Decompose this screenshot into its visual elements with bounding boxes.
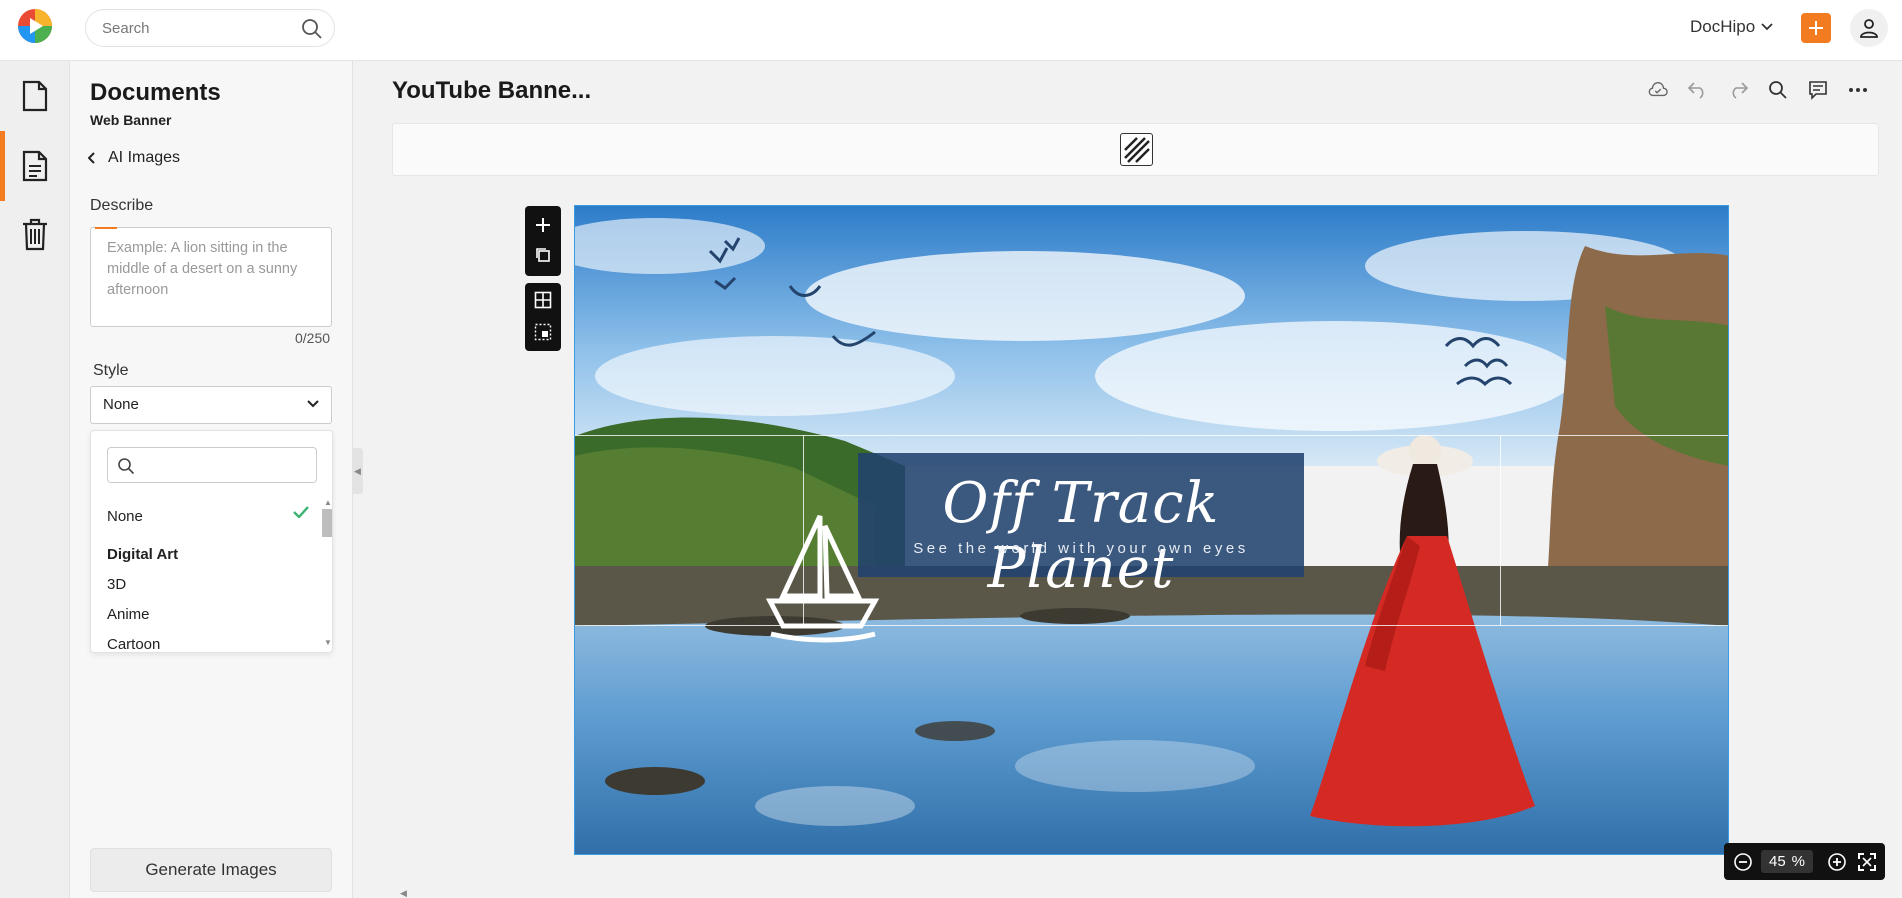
zoom-control: 45 % — [1724, 843, 1885, 880]
zoom-in-icon[interactable] — [1827, 852, 1847, 872]
element-toolbar — [392, 123, 1879, 176]
zoom-value[interactable]: 45 % — [1761, 850, 1813, 873]
user-icon — [1860, 19, 1878, 38]
back-label: AI Images — [108, 149, 181, 166]
guide-line — [1500, 435, 1501, 625]
trash-icon — [23, 218, 47, 251]
panel-title: Documents — [90, 79, 221, 106]
guide-line — [575, 625, 1728, 626]
chevron-left-icon — [88, 152, 95, 164]
zoom-value-unit: % — [1791, 853, 1806, 870]
duplicate-page-icon[interactable] — [534, 246, 552, 264]
chevron-down-icon — [307, 400, 319, 408]
scroll-left-arrow[interactable]: ◀ — [400, 888, 407, 898]
describe-label: Describe — [90, 197, 154, 214]
dropdown-option-anime[interactable]: Anime — [107, 606, 150, 623]
rail-item-documents[interactable] — [0, 61, 70, 131]
dropdown-scrollbar[interactable] — [322, 509, 332, 537]
plus-icon — [1809, 21, 1823, 35]
pattern-icon — [1124, 137, 1150, 163]
rail-item-active-document[interactable] — [0, 131, 70, 201]
more-icon[interactable] — [1848, 80, 1868, 100]
workspace-name: DocHipo — [1690, 17, 1756, 36]
dropdown-option-3d[interactable]: 3D — [107, 576, 126, 593]
char-counter: 0/250 — [295, 330, 331, 346]
cloud-save-icon[interactable] — [1648, 80, 1668, 100]
redo-icon[interactable] — [1728, 80, 1748, 100]
style-select-value: None — [103, 396, 139, 413]
dropdown-option-cartoon[interactable]: Cartoon — [107, 636, 160, 652]
create-new-button[interactable] — [1801, 13, 1831, 43]
top-bar: Search DocHipo — [0, 0, 1902, 61]
banner-subtitle[interactable]: See the world with your own eyes — [858, 540, 1304, 557]
style-label: Style — [93, 362, 129, 379]
search-placeholder: Search — [102, 20, 150, 37]
workspace-selector[interactable]: DocHipo — [1690, 17, 1773, 37]
canvas-tools-group-1 — [525, 206, 561, 276]
zoom-out-icon[interactable] — [1733, 852, 1753, 872]
add-page-icon[interactable] — [534, 216, 552, 234]
grid-icon[interactable] — [534, 291, 552, 309]
background-pattern-button[interactable] — [1120, 133, 1153, 166]
dropdown-search-input[interactable] — [107, 447, 317, 483]
rail-item-trash[interactable] — [0, 199, 70, 269]
search-bar[interactable]: Search — [85, 9, 335, 47]
guide-line — [803, 435, 804, 625]
style-dropdown: None Digital Art 3D Anime Cartoon ▲ ▼ — [90, 430, 333, 653]
style-select[interactable]: None — [90, 386, 332, 424]
side-panel: Documents Web Banner AI Images Describe … — [70, 61, 353, 898]
left-rail — [0, 61, 70, 898]
fullscreen-icon[interactable] — [1857, 852, 1877, 872]
canvas-tools-group-2 — [525, 283, 561, 351]
check-icon — [293, 506, 309, 518]
back-button[interactable]: AI Images — [88, 149, 180, 167]
banner-title-box[interactable]: Off Track Planet See the world with your… — [858, 453, 1304, 601]
collapse-panel-handle[interactable]: ◀ — [352, 448, 363, 494]
scroll-up-arrow[interactable]: ▲ — [324, 498, 332, 507]
app-logo[interactable] — [17, 8, 53, 44]
user-menu-button[interactable] — [1850, 9, 1888, 47]
guide-line — [575, 435, 1728, 436]
banner-title[interactable]: Off Track Planet — [858, 471, 1304, 601]
undo-icon[interactable] — [1688, 80, 1708, 100]
scroll-down-arrow[interactable]: ▼ — [324, 638, 332, 647]
comment-icon[interactable] — [1808, 80, 1828, 100]
file-icon — [22, 80, 48, 112]
search-icon[interactable] — [301, 18, 323, 40]
search-icon[interactable] — [1768, 80, 1788, 100]
generate-images-button[interactable]: Generate Images — [90, 848, 332, 892]
describe-textarea[interactable]: Example: A lion sitting in the middle of… — [90, 227, 332, 327]
panel-subtitle: Web Banner — [90, 112, 172, 128]
dropdown-group-digital-art: Digital Art — [107, 546, 179, 563]
dropdown-option-none[interactable]: None — [107, 508, 143, 525]
select-area-icon[interactable] — [534, 323, 552, 341]
file-text-icon — [22, 150, 48, 182]
design-canvas[interactable]: Off Track Planet See the world with your… — [574, 205, 1729, 855]
zoom-value-number: 45 — [1768, 853, 1786, 870]
chevron-down-icon — [1761, 23, 1773, 31]
editor-toolbar — [1648, 80, 1868, 100]
search-icon — [118, 458, 135, 475]
document-title[interactable]: YouTube Banne... — [392, 77, 591, 105]
